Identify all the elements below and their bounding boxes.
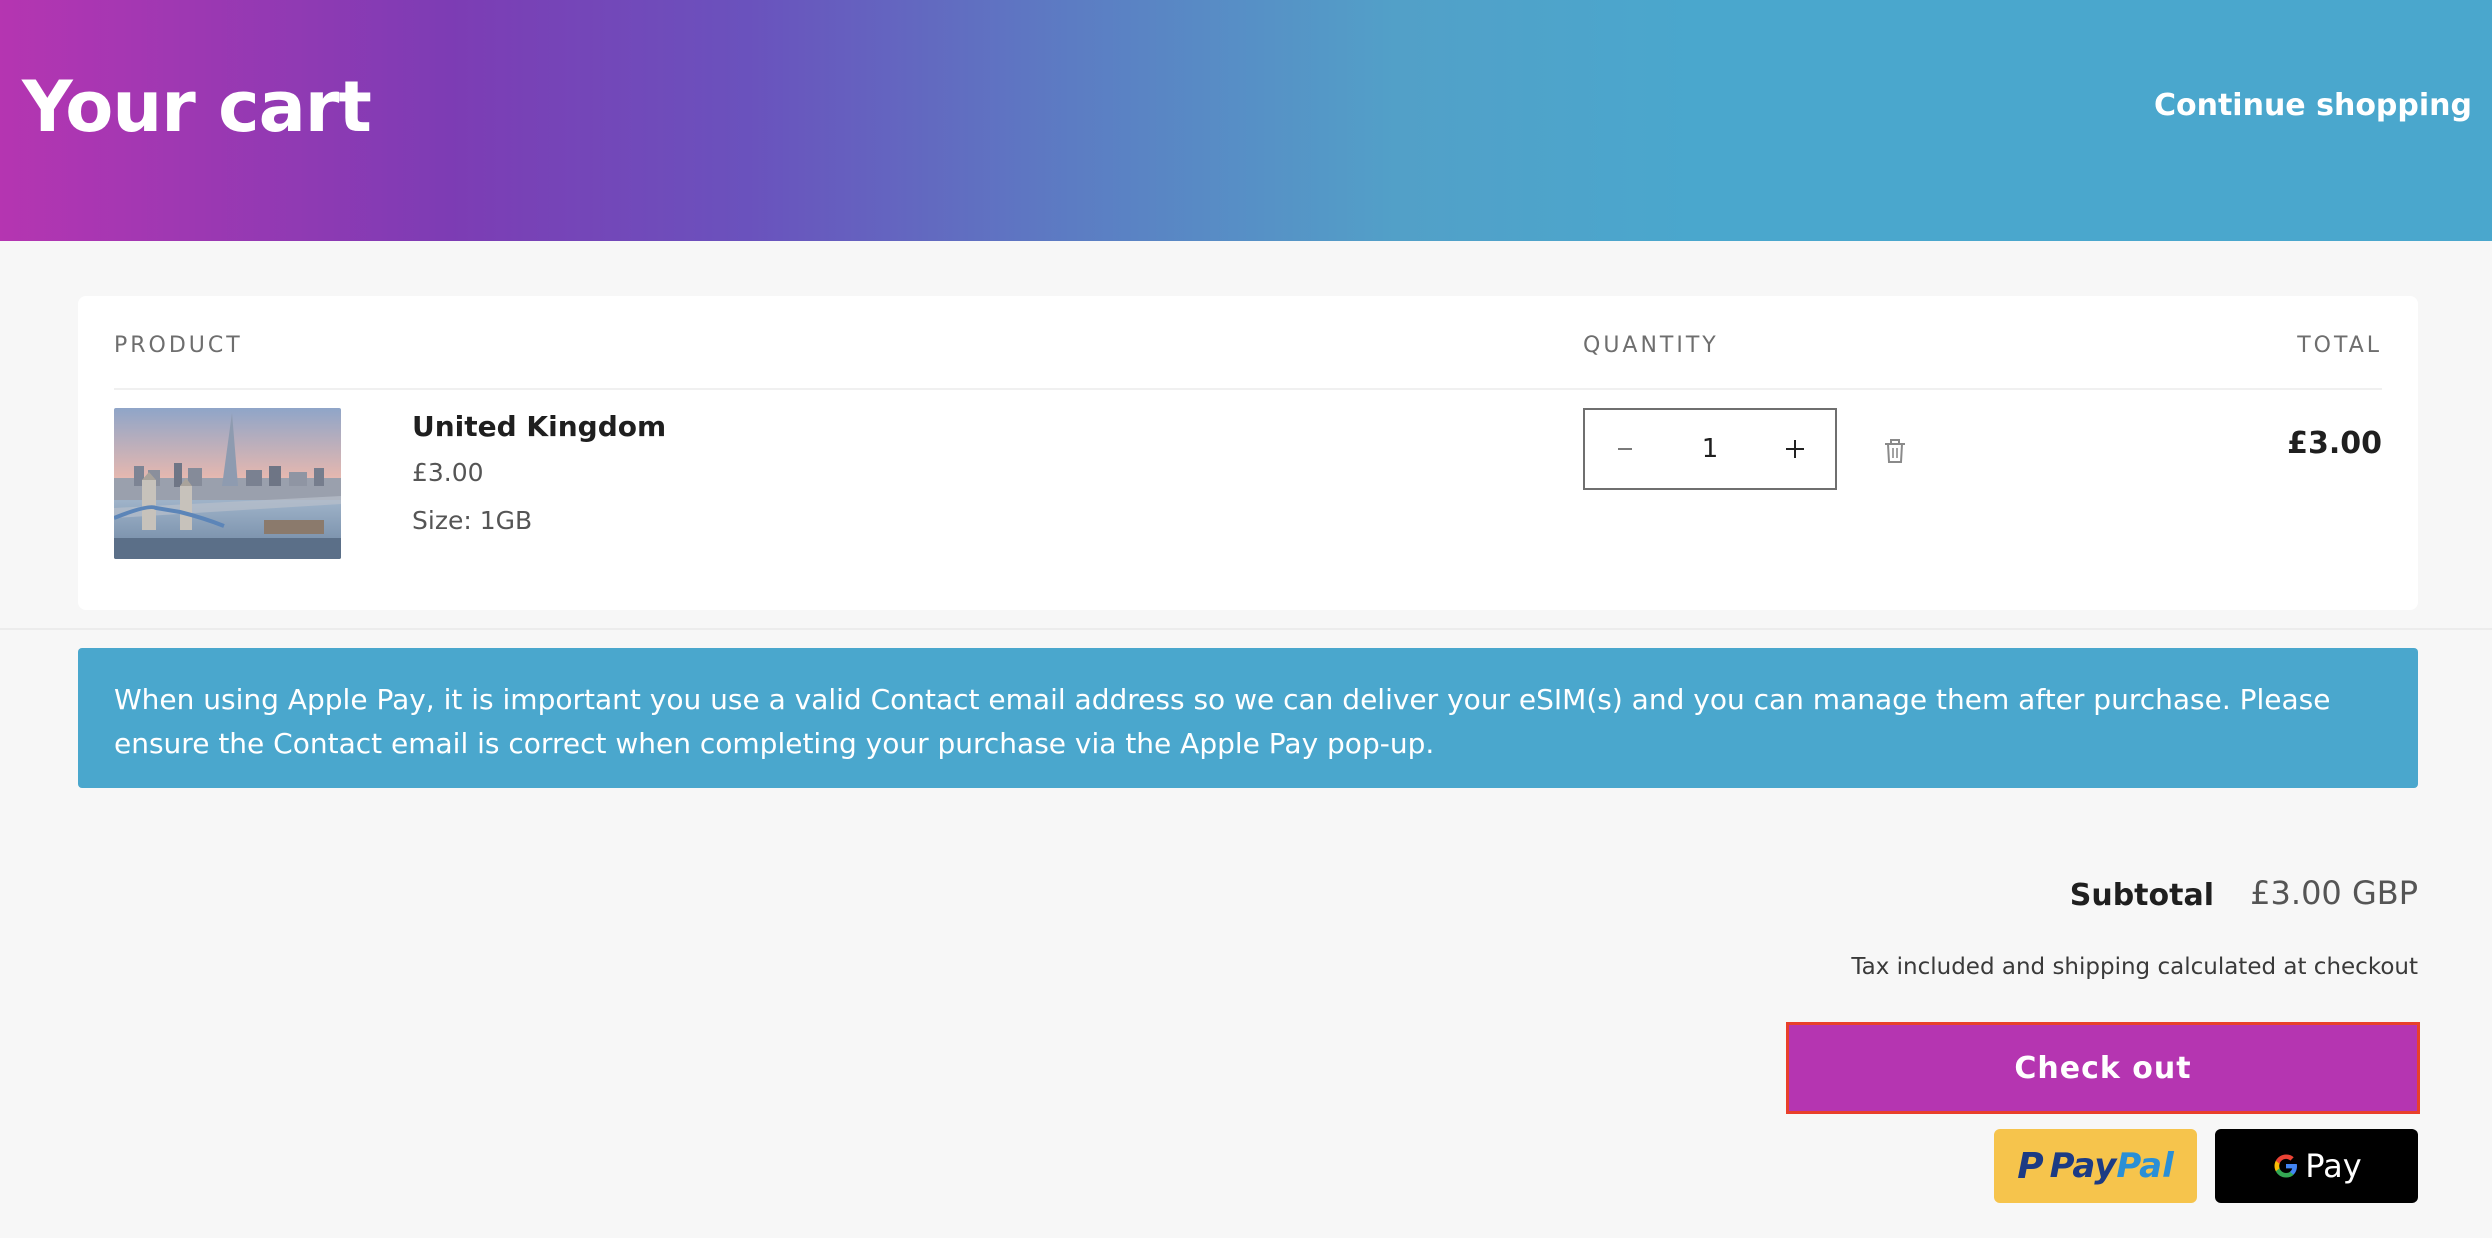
increase-quantity-button[interactable] — [1755, 410, 1835, 488]
remove-item-button[interactable] — [1880, 436, 1910, 466]
quantity-stepper: 1 — [1583, 408, 1837, 490]
decrease-quantity-button[interactable] — [1585, 410, 1665, 488]
minus-icon — [1618, 448, 1632, 450]
page-header: Your cart Continue shopping — [0, 0, 2492, 241]
paypal-wordmark-pay: Pay — [2049, 1146, 2117, 1186]
cart-table: PRODUCT QUANTITY TOTAL United Kingdom £3… — [78, 296, 2418, 610]
continue-shopping-link[interactable]: Continue shopping — [2154, 88, 2472, 124]
google-pay-button[interactable]: Pay — [2215, 1129, 2418, 1203]
paypal-icon: P — [2017, 1145, 2044, 1187]
column-header-product: PRODUCT — [114, 333, 243, 358]
checkout-button[interactable]: Check out — [1786, 1022, 2420, 1114]
header-divider — [114, 388, 2382, 390]
product-price: £3.00 — [412, 458, 484, 487]
subtotal-value: £3.00 GBP — [2250, 874, 2418, 912]
google-pay-label: Pay — [2305, 1147, 2362, 1185]
column-header-total: TOTAL — [2297, 333, 2382, 358]
page-title: Your cart — [22, 66, 372, 148]
paypal-button[interactable]: P Pay Pal — [1994, 1129, 2197, 1203]
paypal-wordmark-pal: Pal — [2116, 1146, 2174, 1186]
product-image[interactable] — [114, 408, 341, 559]
quantity-input[interactable]: 1 — [1665, 410, 1755, 488]
plus-icon — [1786, 440, 1804, 458]
google-g-icon — [2274, 1154, 2298, 1178]
product-size: Size: 1GB — [412, 506, 533, 535]
product-name[interactable]: United Kingdom — [412, 410, 666, 444]
trash-icon — [1885, 439, 1905, 463]
tax-note: Tax included and shipping calculated at … — [1851, 954, 2418, 980]
line-item-total: £3.00 — [2287, 426, 2382, 461]
apple-pay-notice: When using Apple Pay, it is important yo… — [78, 648, 2418, 788]
section-divider — [0, 628, 2492, 630]
subtotal-label: Subtotal — [2069, 878, 2214, 913]
column-header-quantity: QUANTITY — [1583, 333, 1719, 358]
